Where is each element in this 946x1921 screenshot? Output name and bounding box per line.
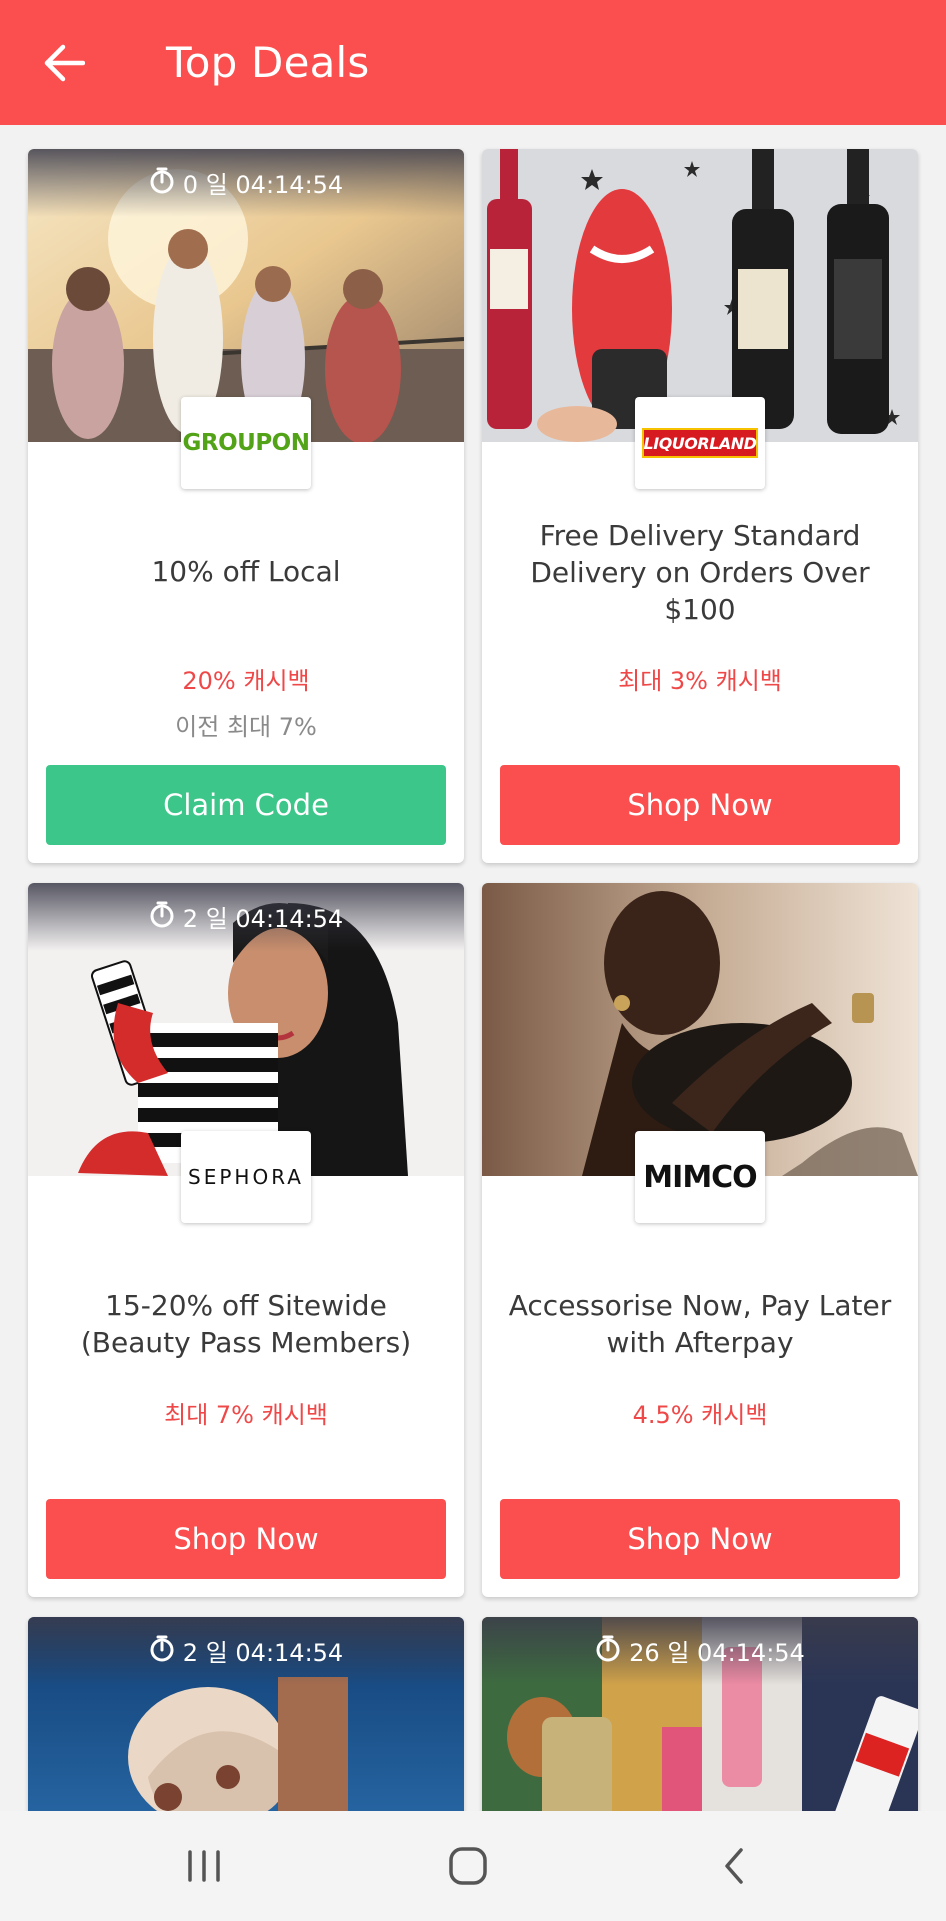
countdown-timer: 2 일 04:14:54 (28, 1617, 464, 1685)
countdown-timer: 0 일 04:14:54 (28, 149, 464, 217)
deal-card-products[interactable]: 26 일 04:14:54 (482, 1617, 918, 1811)
shop-now-button[interactable]: Shop Now (500, 1499, 900, 1579)
deal-title: 10% off Local (151, 555, 341, 588)
deals-grid: 0 일 04:14:54 GROUPON 10% off Local 20% 캐… (0, 125, 946, 1811)
countdown-timer: 2 일 04:14:54 (28, 883, 464, 951)
claim-code-button[interactable]: Claim Code (46, 765, 446, 845)
back-chevron-icon (725, 1848, 743, 1884)
home-icon (449, 1847, 487, 1885)
timer-text: 2 일 04:14:54 (182, 905, 344, 933)
stopwatch-icon (150, 901, 174, 928)
recents-icon (188, 1850, 220, 1882)
home-button[interactable] (388, 1811, 548, 1921)
deal-image: 2 일 04:14:54 (28, 1617, 464, 1811)
timer-text: 26 일 04:14:54 (629, 1639, 805, 1667)
system-nav-bar (0, 1811, 946, 1921)
page-title: Top Deals (166, 38, 370, 87)
deal-card-sephora[interactable]: 2 일 04:14:54 SEPHORA 15-20% off Sitewide… (28, 883, 464, 1597)
deal-card-fashion[interactable]: 2 일 04:14:54 (28, 1617, 464, 1811)
shop-now-button[interactable]: Shop Now (46, 1499, 446, 1579)
deal-title: 15-20% off Sitewide (Beauty Pass Members… (80, 1289, 412, 1359)
shop-now-button[interactable]: Shop Now (500, 765, 900, 845)
cashback-rate: 최대 7% 캐시백 (164, 1401, 328, 1429)
deal-card-groupon[interactable]: 0 일 04:14:54 GROUPON 10% off Local 20% 캐… (28, 149, 464, 863)
app-bar: Top Deals (0, 0, 946, 125)
merchant-logo: LIQUORLAND (635, 397, 765, 489)
system-back-button[interactable] (654, 1811, 814, 1921)
stopwatch-icon (150, 167, 174, 194)
arrow-left-icon (44, 44, 85, 81)
recents-button[interactable] (124, 1811, 284, 1921)
deal-card-liquorland[interactable]: LIQUORLAND Free Delivery Standard Delive… (482, 149, 918, 863)
back-button[interactable] (0, 0, 120, 125)
previous-rate: 이전 최대 7% (175, 713, 317, 741)
countdown-timer: 26 일 04:14:54 (482, 1617, 918, 1685)
deal-title: Free Delivery Standard Delivery on Order… (530, 519, 870, 626)
deal-image: 26 일 04:14:54 (482, 1617, 918, 1811)
stopwatch-icon (596, 1635, 620, 1662)
timer-text: 0 일 04:14:54 (182, 171, 344, 199)
deal-card-mimco[interactable]: MIMCO Accessorise Now, Pay Later with Af… (482, 883, 918, 1597)
cashback-rate: 최대 3% 캐시백 (618, 667, 782, 695)
merchant-logo: MIMCO (635, 1131, 765, 1223)
cashback-rate: 20% 캐시백 (182, 667, 310, 695)
merchant-logo: SEPHORA (181, 1131, 311, 1223)
merchant-logo: GROUPON (181, 397, 311, 489)
cashback-rate: 4.5% 캐시백 (632, 1401, 768, 1429)
deal-title: Accessorise Now, Pay Later with Afterpay (508, 1289, 892, 1359)
stopwatch-icon (150, 1635, 174, 1662)
timer-text: 2 일 04:14:54 (182, 1639, 344, 1667)
